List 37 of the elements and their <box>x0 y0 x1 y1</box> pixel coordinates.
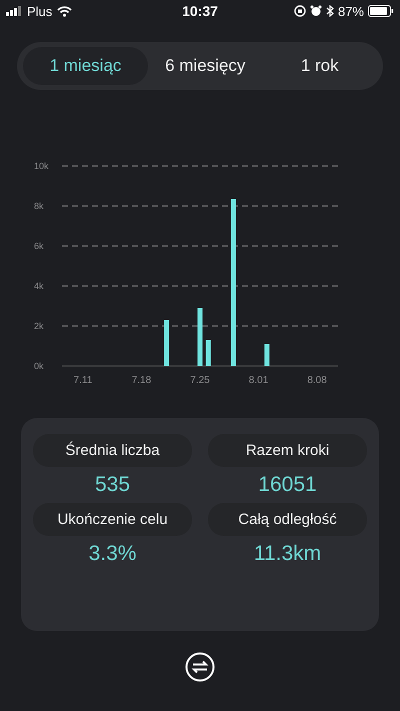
y-axis-label: 2k <box>34 321 44 331</box>
x-axis-label: 8.08 <box>307 375 327 386</box>
bluetooth-icon <box>326 5 334 17</box>
bar <box>198 308 202 366</box>
y-axis-label: 10k <box>34 161 49 171</box>
stat-value: 11.3km <box>254 542 322 566</box>
x-axis-label: 8.01 <box>248 375 268 386</box>
carrier-name: Plus <box>27 4 52 18</box>
y-axis-label: 8k <box>34 201 44 211</box>
stat-label: Ukończenie celu <box>33 503 192 536</box>
period-tab[interactable]: 6 miesięcy <box>148 47 262 85</box>
x-axis-label: 7.11 <box>74 375 92 386</box>
alarm-icon <box>310 5 322 17</box>
stat-value: 3.3% <box>88 542 136 566</box>
battery-icon <box>368 5 394 17</box>
stat-value: 16051 <box>258 473 317 497</box>
y-axis-label: 0k <box>34 361 44 371</box>
stat-value: 535 <box>94 473 130 497</box>
bar <box>206 340 211 366</box>
battery-percent: 87% <box>338 4 364 18</box>
x-axis-label: 7.18 <box>132 375 152 386</box>
stat-label: Całą odległość <box>208 503 367 536</box>
signal-icon <box>6 6 22 16</box>
swap-button[interactable] <box>184 651 216 683</box>
period-tab[interactable]: 1 rok <box>262 47 377 85</box>
x-axis-label: 7.25 <box>190 375 210 386</box>
rotation-lock-icon <box>294 5 306 17</box>
period-tab[interactable]: 1 miesiąc <box>23 47 148 85</box>
wifi-icon <box>57 6 72 16</box>
stat-label: Średnia liczba <box>33 434 192 467</box>
clock-time: 10:37 <box>182 3 218 19</box>
bar <box>264 344 270 366</box>
stat-label: Razem kroki <box>208 434 367 467</box>
bar <box>164 320 170 366</box>
swap-icon <box>185 652 215 682</box>
y-axis-label: 6k <box>34 241 44 251</box>
y-axis-label: 4k <box>34 281 44 291</box>
